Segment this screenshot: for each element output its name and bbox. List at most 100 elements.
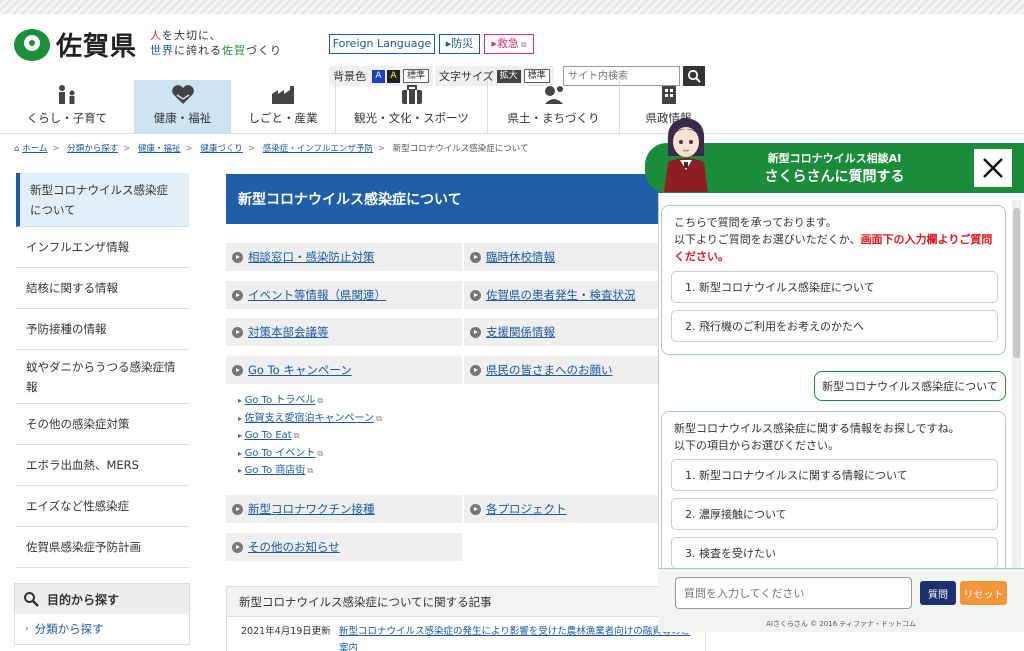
link-label[interactable]: 臨時休校情報	[486, 249, 555, 265]
arrow-circle-icon	[232, 503, 243, 515]
chat-close-button[interactable]	[974, 149, 1012, 187]
sidebar: 新型コロナウイルス感染症について インフルエンザ情報 結核に関する情報 予防接種…	[16, 173, 189, 568]
external-link-icon: ⧉	[317, 448, 324, 458]
building-icon	[661, 86, 676, 104]
scrollbar-thumb[interactable]	[1013, 208, 1020, 358]
tagline-word: 人	[150, 29, 162, 42]
sidebar-item-ebola[interactable]: エボラ出血熱、MERS	[16, 445, 189, 486]
nav-item-kanko[interactable]: 観光・文化・スポーツ	[336, 80, 488, 133]
arrow-circle-icon	[232, 289, 243, 301]
link-label[interactable]: 支援関係情報	[486, 324, 555, 340]
link-goto-campaign[interactable]: Go To キャンペーン	[226, 356, 462, 384]
link-other-news[interactable]: その他のお知らせ	[226, 533, 462, 561]
sub-link-goto-event[interactable]: Go To イベント	[245, 448, 316, 459]
sidebar-item-influenza[interactable]: インフルエンザ情報	[16, 227, 189, 268]
external-link-icon: ⧉	[520, 40, 527, 49]
chat-copyright: AIさくらさん © 2016 ティファナ・ドットコム	[766, 620, 916, 628]
top-stripe	[0, 0, 1024, 14]
sidebar-item-mosquito[interactable]: 蚊やダニからうつる感染症情報	[16, 350, 189, 404]
sidebar-item-covid[interactable]: 新型コロナウイルス感染症について	[16, 173, 189, 227]
page-title: 新型コロナウイルス感染症について	[226, 174, 706, 224]
breadcrumb-separator: >	[377, 144, 386, 154]
list-item: 佐賀支え愛宿泊キャンペーン⧉	[238, 410, 382, 428]
chat-option-airplane[interactable]: 2. 飛行機のご利用をお考えのかたへ	[671, 310, 998, 342]
tagline: 人を大切に、 世界に誇れる佐賀づくり	[150, 28, 282, 58]
disaster-prevention-label: 防災	[451, 37, 474, 50]
sub-link-goto-eat[interactable]: Go To Eat	[245, 430, 292, 441]
external-link-icon: ⧉	[307, 466, 314, 475]
goto-sub-links: Go To トラベル⧉ 佐賀支え愛宿泊キャンペーン⧉ Go To Eat⧉ Go…	[238, 392, 382, 480]
emergency-label: 救急	[496, 37, 519, 50]
link-label[interactable]: 県民の皆さまへのお願い	[486, 362, 613, 378]
sidebar-item-tuberculosis[interactable]: 結核に関する情報	[16, 268, 189, 309]
site-logo[interactable]: 佐賀県	[14, 26, 137, 63]
breadcrumb-separator: >	[185, 144, 193, 154]
table-row: 2021年4月19日更新 新型コロナウイルス感染症の発生により影響を受けた農林漁…	[241, 623, 699, 651]
nav-label: しごと・産業	[248, 111, 318, 125]
arrow-circle-icon	[232, 251, 243, 263]
purpose-category-label: 分類から探す	[34, 622, 104, 636]
breadcrumb-current: 新型コロナウイルス感染症について	[392, 144, 529, 154]
sub-link-goto-travel[interactable]: Go To トラベル	[245, 395, 316, 406]
global-nav: くらし・子育て 健康・福祉 しごと・産業 観光・文化・スポーツ 県土・まちづくり…	[0, 80, 1024, 134]
chat-option-testing[interactable]: 3. 検査を受けたい	[671, 537, 998, 569]
tagline-word: 世界	[150, 44, 174, 57]
user-message: 新型コロナウイルス感染症について	[814, 371, 1006, 401]
suitcase-icon	[401, 85, 422, 104]
sidebar-item-other-infection[interactable]: その他の感染症対策	[16, 404, 189, 445]
nav-label: 県土・まちづくり	[507, 111, 600, 125]
link-label[interactable]: その他のお知らせ	[248, 539, 340, 555]
breadcrumb-home[interactable]: ホーム	[22, 144, 47, 154]
chat-option-covid[interactable]: 1. 新型コロナウイルス感染症について	[671, 271, 998, 303]
chat-scrollbar[interactable]	[1012, 200, 1021, 570]
article-link[interactable]: 新型コロナウイルス感染症の発生により影響を受けた農林漁業者向けの融資等のご案内	[339, 623, 699, 651]
breadcrumb-separator: >	[123, 144, 131, 154]
link-label[interactable]: Go To キャンペーン	[248, 362, 352, 378]
chat-option-info[interactable]: 1. 新型コロナウイルスに関する情報について	[671, 459, 998, 491]
external-link-icon: ⧉	[317, 396, 324, 405]
reset-button[interactable]: リセット	[960, 581, 1007, 605]
link-vaccine[interactable]: 新型コロナワクチン接種	[226, 495, 462, 523]
sakura-avatar-icon	[664, 118, 708, 192]
breadcrumb-infection[interactable]: 感染症・インフルエンザ予防	[263, 144, 373, 154]
sidebar-item-vaccination[interactable]: 予防接種の情報	[16, 309, 189, 350]
breadcrumb-healthcare[interactable]: 健康づくり	[200, 144, 243, 154]
sidebar-item-prevention-plan[interactable]: 佐賀県感染症予防計画	[16, 527, 189, 568]
list-item: Go To 商店街⧉	[238, 462, 382, 480]
link-label[interactable]: 各プロジェクト	[486, 501, 567, 517]
sub-link-saga-stay[interactable]: 佐賀支え愛宿泊キャンペーン	[245, 413, 375, 424]
chat-question-input[interactable]	[675, 577, 912, 609]
purpose-category-link[interactable]: › 分類から探す	[15, 614, 189, 644]
disaster-prevention-button[interactable]: ▸防災	[439, 34, 480, 54]
nature-icon	[544, 86, 563, 104]
nav-item-kendo[interactable]: 県土・まちづくり	[488, 80, 620, 133]
link-label[interactable]: 佐賀県の患者発生・検査状況	[486, 287, 636, 303]
link-events[interactable]: イベント等情報（県関連）	[226, 281, 462, 309]
emergency-button[interactable]: ▸救急 ⧉	[484, 34, 534, 54]
purpose-search-header: 目的から探す	[15, 584, 189, 614]
sub-link-goto-shopping[interactable]: Go To 商店街	[245, 465, 306, 476]
site-header: 佐賀県 人を大切に、 世界に誇れる佐賀づくり Foreign Language …	[0, 14, 1024, 86]
related-articles-title: 新型コロナウイルス感染症についてに関する記事	[227, 587, 705, 617]
handshake-heart-icon	[171, 85, 194, 104]
link-label[interactable]: 新型コロナワクチン接種	[248, 501, 375, 517]
breadcrumb-category[interactable]: 分類から探す	[67, 144, 118, 154]
arrow-circle-icon	[470, 503, 481, 515]
arrow-circle-icon	[232, 541, 243, 553]
close-icon	[983, 158, 1003, 178]
home-icon: ⌂	[14, 144, 20, 154]
sidebar-item-aids[interactable]: エイズなど性感染症	[16, 486, 189, 527]
link-label[interactable]: 相談窓口・感染防止対策	[248, 249, 375, 265]
link-label[interactable]: 対策本部会議等	[248, 324, 329, 340]
chat-option-close-contact[interactable]: 2. 濃厚接触について	[671, 498, 998, 530]
breadcrumb-health[interactable]: 健康・福祉	[138, 144, 181, 154]
link-task-force[interactable]: 対策本部会議等	[226, 318, 462, 346]
foreign-language-button[interactable]: Foreign Language	[329, 34, 435, 54]
tagline-word: を大切に、	[162, 29, 222, 42]
nav-item-shigoto[interactable]: しごと・産業	[231, 80, 336, 133]
nav-item-kenko[interactable]: 健康・福祉	[135, 80, 231, 133]
ask-button[interactable]: 質問	[920, 581, 956, 605]
nav-item-kurashi[interactable]: くらし・子育て	[0, 80, 135, 133]
link-label[interactable]: イベント等情報（県関連）	[248, 287, 386, 303]
link-consultation[interactable]: 相談窓口・感染防止対策	[226, 243, 462, 271]
